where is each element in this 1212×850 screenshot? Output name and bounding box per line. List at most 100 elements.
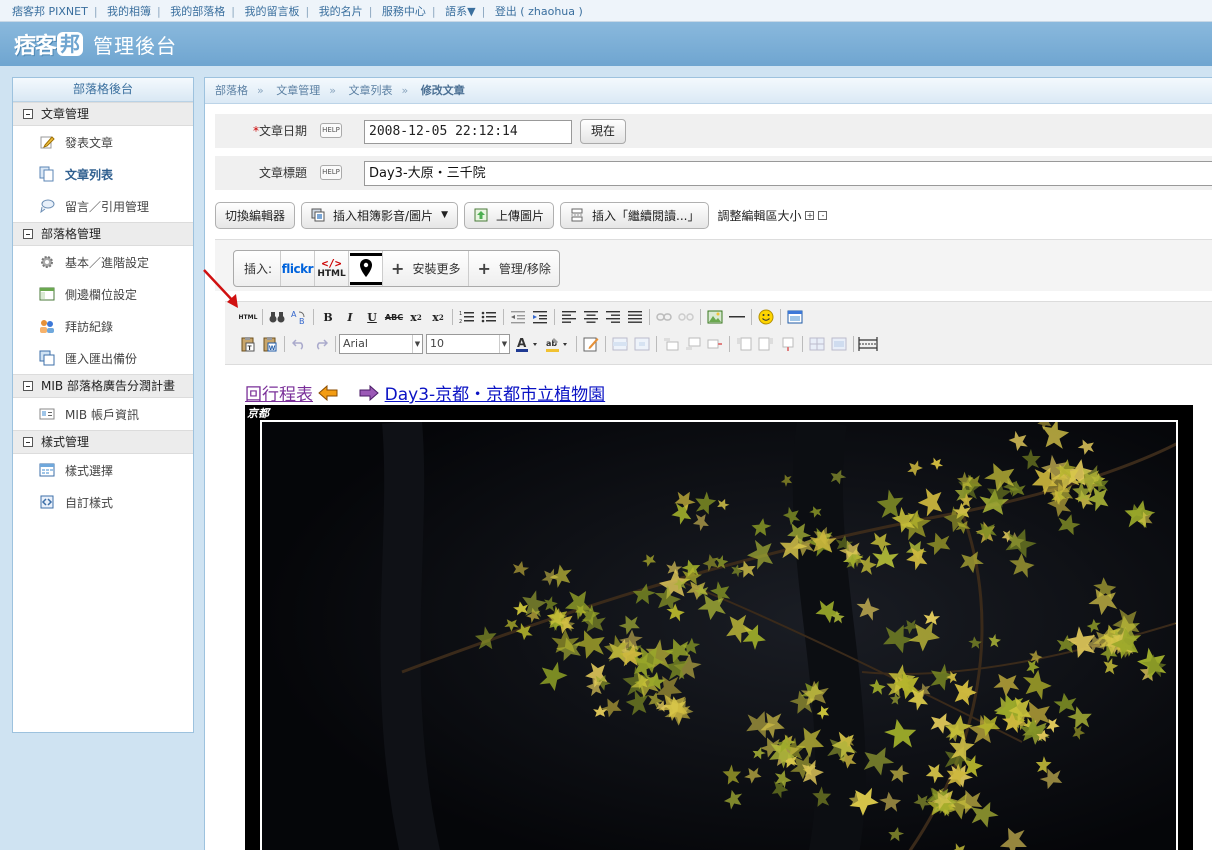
paste-text-button[interactable]: T — [237, 334, 259, 354]
nav-card-link[interactable]: 我的名片 — [319, 5, 363, 18]
merge-cells-button[interactable] — [828, 334, 850, 354]
row-after-button[interactable] — [682, 334, 704, 354]
row-before-button[interactable] — [660, 334, 682, 354]
breadcrumb-article-manage[interactable]: 文章管理 — [276, 84, 320, 97]
font-family-select[interactable]: Arial ▼ — [339, 334, 423, 354]
back-to-itinerary-link[interactable]: 回行程表 — [245, 385, 313, 405]
subscript-button[interactable]: x2 — [405, 307, 427, 327]
bold-button[interactable]: B — [317, 307, 339, 327]
edit-css-button[interactable] — [580, 334, 602, 354]
nav-pixnet-link[interactable]: 痞客邦 PIXNET — [12, 5, 88, 18]
date-input[interactable]: 2008-12-05 22:12:14 — [364, 120, 572, 144]
html-tag-icon: </> — [321, 256, 342, 270]
find-button[interactable] — [266, 307, 288, 327]
text-color-button[interactable]: A — [513, 334, 543, 354]
highlight-color-button[interactable]: ab — [543, 334, 573, 354]
editor-content[interactable]: 回行程表 Day3-京都・京都市立植物園 京都 — [225, 366, 1212, 850]
copy-icon — [39, 350, 55, 366]
table-cell-props-button[interactable] — [631, 334, 653, 354]
split-cells-icon — [809, 337, 825, 351]
date-help-button[interactable]: HELP — [320, 123, 342, 138]
collapse-icon — [23, 437, 33, 447]
redo-button[interactable] — [310, 334, 332, 354]
collapse-icon — [23, 109, 33, 119]
align-left-button[interactable] — [558, 307, 580, 327]
delete-row-button[interactable] — [704, 334, 726, 354]
flickr-plugin[interactable]: flickr — [281, 251, 316, 286]
nav-service-link[interactable]: 服務中心 — [382, 5, 426, 18]
visual-aid-button[interactable] — [857, 334, 879, 354]
pixnet-logo[interactable]: 痞客邦 管理後台 — [14, 30, 177, 59]
sidebar-item-post-list[interactable]: 文章列表 — [13, 158, 193, 190]
manage-plugins-button[interactable]: + 管理/移除 — [469, 259, 558, 278]
undo-button[interactable] — [288, 334, 310, 354]
maple-leaves-photo[interactable]: 京都 — [245, 405, 1193, 850]
horizontal-rule-button[interactable] — [726, 307, 748, 327]
italic-button[interactable]: I — [339, 307, 361, 327]
font-size-select[interactable]: 10 ▼ — [426, 334, 510, 354]
breadcrumb-article-list[interactable]: 文章列表 — [348, 84, 392, 97]
next-day-link[interactable]: Day3-京都・京都市立植物園 — [385, 385, 606, 405]
paste-word-button[interactable]: W — [259, 334, 281, 354]
insert-image-button[interactable] — [704, 307, 726, 327]
delete-col-button[interactable] — [777, 334, 799, 354]
strikethrough-button[interactable]: ABC — [383, 307, 405, 327]
fullscreen-button[interactable] — [784, 307, 806, 327]
switch-editor-button[interactable]: 切換編輯器 — [215, 201, 296, 229]
title-help-button[interactable]: HELP — [320, 165, 342, 180]
sidebar-item-visits[interactable]: 拜訪紀錄 — [13, 310, 193, 342]
bullet-list-button[interactable] — [478, 307, 500, 327]
sidebar-item-comments[interactable]: 留言／引用管理 — [13, 190, 193, 222]
sidebar: 部落格後台 文章管理 發表文章 文章列表 留言／引用管理 部落格管理 基本／進階… — [12, 77, 194, 733]
sidebar-item-style-select[interactable]: 樣式選擇 — [13, 454, 193, 486]
date-row: *文章日期 HELP 2008-12-05 22:12:14 現在 — [215, 114, 1212, 148]
html-plugin[interactable]: </> HTML — [315, 251, 350, 286]
install-more-button[interactable]: + 安裝更多 — [383, 251, 470, 286]
align-justify-button[interactable] — [624, 307, 646, 327]
expand-icon[interactable]: + — [805, 210, 815, 220]
nav-logout-link[interactable]: 登出 ( zhaohua ) — [495, 5, 583, 18]
map-plugin[interactable] — [349, 251, 384, 286]
plus-icon: + — [391, 259, 405, 278]
replace-button[interactable]: AB — [288, 307, 310, 327]
nav-blog-link[interactable]: 我的部落格 — [170, 5, 225, 18]
nav-guestbook-link[interactable]: 我的留言板 — [244, 5, 299, 18]
underline-button[interactable]: U — [361, 307, 383, 327]
sidebar-group-mib[interactable]: MIB 部落格廣告分潤計畫 — [13, 374, 193, 398]
emoticon-button[interactable] — [755, 307, 777, 327]
sidebar-group-articles[interactable]: 文章管理 — [13, 102, 193, 126]
indent-button[interactable] — [529, 307, 551, 327]
title-input[interactable]: Day3-大原・三千院 — [364, 161, 1212, 186]
nav-album-link[interactable]: 我的相簿 — [107, 5, 151, 18]
unlink-button[interactable] — [675, 307, 697, 327]
col-after-button[interactable] — [755, 334, 777, 354]
breadcrumb-blog[interactable]: 部落格 — [215, 84, 248, 97]
table-row-props-button[interactable] — [609, 334, 631, 354]
sidebar-group-blog[interactable]: 部落格管理 — [13, 222, 193, 246]
numbered-list-button[interactable]: 12 — [456, 307, 478, 327]
align-center-button[interactable] — [580, 307, 602, 327]
insert-read-more-button[interactable]: 插入「繼續閱讀...」 — [560, 201, 710, 229]
shrink-icon[interactable]: - — [818, 210, 828, 220]
link-button[interactable] — [653, 307, 675, 327]
sidebar-item-mib-account[interactable]: MIB 帳戶資訊 — [13, 398, 193, 430]
insert-media-button[interactable]: 插入相簿影音/圖片 ▼ — [301, 201, 458, 229]
split-cells-button[interactable] — [806, 334, 828, 354]
sidebar-item-backup[interactable]: 匯入匯出備份 — [13, 342, 193, 374]
now-button[interactable]: 現在 — [580, 119, 626, 144]
align-right-button[interactable] — [602, 307, 624, 327]
upload-image-button[interactable]: 上傳圖片 — [463, 201, 554, 229]
outdent-button[interactable] — [507, 307, 529, 327]
sidebar-item-new-post[interactable]: 發表文章 — [13, 126, 193, 158]
nav-language-link[interactable]: 語系▼ — [445, 5, 475, 18]
col-before-button[interactable] — [733, 334, 755, 354]
sidebar-item-sidebar-settings[interactable]: 側邊欄位設定 — [13, 278, 193, 310]
superscript-button[interactable]: x2 — [427, 307, 449, 327]
sidebar-item-custom-style[interactable]: 自訂樣式 — [13, 486, 193, 518]
svg-text:2: 2 — [459, 319, 462, 324]
clipboard-icon: T — [241, 337, 255, 352]
photos-icon — [311, 208, 325, 222]
sidebar-group-style[interactable]: 樣式管理 — [13, 430, 193, 454]
sidebar-item-settings[interactable]: 基本／進階設定 — [13, 246, 193, 278]
users-icon — [40, 320, 54, 333]
